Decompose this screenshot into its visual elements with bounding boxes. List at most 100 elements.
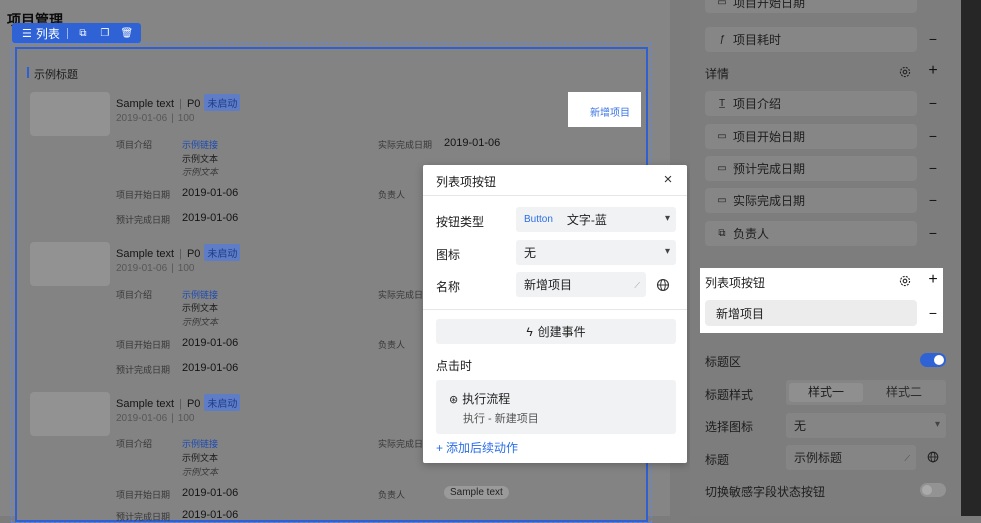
resize-handle-icon: ⟋ (634, 281, 640, 290)
title-input-value: 示例标题 (794, 451, 843, 465)
icon-select[interactable]: 无 ▾ (786, 413, 946, 438)
sample-text: 示例文本 (182, 303, 219, 313)
remove-icon[interactable]: − (927, 31, 939, 47)
status-badge: 未启动 (204, 244, 241, 261)
remove-icon[interactable]: − (927, 225, 939, 241)
lightning-icon: ϟ (526, 324, 533, 339)
item-title: Sample text | P0 未启动 (116, 394, 241, 411)
remove-icon[interactable]: − (927, 160, 939, 176)
item-thumbnail (30, 92, 110, 136)
add-follow-action-button[interactable]: + 添加后续动作 (436, 439, 518, 456)
item-meta: 2019-01-06 | 100 (116, 113, 195, 124)
calendar-icon: ▭ (717, 163, 727, 174)
chevron-down-icon: ▾ (664, 213, 670, 224)
field-label: 预计完成日期 (116, 215, 171, 225)
name-value: 新增项目 (524, 278, 573, 292)
field-label: 实际完成日期 (378, 140, 433, 150)
duplicate-icon[interactable]: ❐ (97, 28, 113, 39)
detail-field-item[interactable]: T̲ 项目介绍 (705, 91, 917, 116)
sample-text: 示例文本 (182, 154, 219, 164)
button-type-value: 文字-蓝 (566, 213, 607, 227)
field-label: 预计完成日期 (116, 365, 171, 375)
add-icon[interactable]: + (927, 271, 939, 289)
status-badge: 未启动 (204, 94, 241, 111)
icon-label: 图标 (436, 248, 461, 262)
sample-link[interactable]: 示例链接 (182, 138, 218, 151)
globe-icon[interactable] (655, 277, 671, 293)
toolbar-list-label[interactable]: 列表 (36, 25, 60, 42)
sample-italic: 示例文本 (182, 167, 219, 177)
item-meta: 2019-01-06 | 100 (116, 263, 195, 274)
item-title: Sample text | P0 未启动 (116, 244, 241, 261)
gear-icon[interactable] (898, 65, 912, 79)
button-type-select[interactable]: Button 文字-蓝 ▾ (516, 207, 676, 232)
calendar-icon: ▭ (717, 0, 727, 8)
item-thumbnail (30, 392, 110, 436)
detail-field-item[interactable]: ▭ 实际完成日期 (705, 188, 917, 213)
name-label: 名称 (436, 280, 461, 294)
remove-icon[interactable]: − (927, 192, 939, 208)
detail-field-item[interactable]: ▭ 预计完成日期 (705, 156, 917, 181)
field-value: 2019-01-06 (182, 487, 239, 499)
style-two-option[interactable]: 样式二 (866, 383, 942, 402)
item-title: Sample text | P0 未启动 (116, 94, 241, 111)
item-thumbnail (30, 242, 110, 286)
dialog-title: 列表项按钮 (436, 175, 497, 189)
add-icon[interactable]: + (927, 62, 939, 80)
select-icon-label: 选择图标 (705, 420, 754, 434)
field-label: 项目开始日期 (116, 190, 171, 200)
field-item[interactable]: ƒ 项目耗时 (705, 27, 917, 52)
detail-field-item[interactable]: ⧉ 负责人 (705, 221, 917, 246)
plus-icon: + (436, 441, 444, 455)
remove-icon[interactable]: − (927, 128, 939, 144)
button-type-label: 按钮类型 (436, 215, 485, 229)
copy-icon[interactable]: ⧉ (75, 28, 91, 39)
sensitive-field-toggle[interactable] (920, 483, 946, 497)
gear-icon[interactable] (898, 274, 912, 288)
chevron-down-icon: ▾ (664, 246, 670, 257)
name-input[interactable]: 新增项目 ⟋ (516, 272, 646, 297)
field-label: 项目介绍 (116, 290, 153, 300)
trash-icon[interactable]: 🗑 (119, 28, 135, 39)
remove-icon[interactable]: − (927, 305, 939, 321)
style-one-option[interactable]: 样式一 (789, 383, 863, 402)
component-toolbar[interactable]: ☰ 列表 ⧉ ❐ 🗑 (12, 23, 141, 43)
icon-value: 无 (524, 246, 537, 260)
sample-italic: 示例文本 (182, 467, 219, 477)
icon-select-value: 无 (794, 419, 807, 433)
globe-icon[interactable] (926, 450, 940, 464)
field-item[interactable]: ▭ 项目开始日期 (705, 0, 917, 13)
create-event-button[interactable]: ϟ 创建事件 (436, 319, 676, 344)
toggle-knob (922, 485, 932, 495)
sample-italic: 示例文本 (182, 317, 219, 327)
field-label: 负责人 (378, 490, 406, 500)
sample-link[interactable]: 示例链接 (182, 437, 218, 450)
owner-chip: Sample text (444, 486, 509, 499)
field-value: 2019-01-06 (444, 137, 501, 149)
title-input[interactable]: 示例标题 ⟋ (786, 445, 916, 470)
remove-icon[interactable]: − (927, 95, 939, 111)
field-label: 项目介绍 (116, 140, 153, 150)
list-icon: ☰ (22, 27, 32, 40)
field-value: 2019-01-06 (182, 337, 239, 349)
action-title: ⊛ 执行流程 (449, 392, 511, 406)
field-label: 预计完成日期 (116, 512, 171, 522)
field-label: 项目介绍 (116, 439, 153, 449)
field-value: 2019-01-06 (182, 187, 239, 199)
list-button-item[interactable]: 新增项目 (705, 300, 917, 326)
field-label: 负责人 (378, 190, 406, 200)
icon-select[interactable]: 无 ▾ (516, 240, 676, 265)
detail-field-item[interactable]: ▭ 项目开始日期 (705, 124, 917, 149)
settings-panel (690, 0, 961, 516)
button-type-tag: Button (524, 214, 553, 225)
title-style-label: 标题样式 (705, 388, 754, 402)
title-area-toggle[interactable] (920, 353, 946, 367)
details-section-label: 详情 (705, 67, 730, 81)
title-label: 标题 (705, 453, 730, 467)
sample-link[interactable]: 示例链接 (182, 288, 218, 301)
close-icon[interactable]: × (659, 171, 677, 189)
on-click-label: 点击时 (436, 359, 473, 373)
field-label: 实际完成日 (378, 439, 424, 449)
resize-handle-icon: ⟋ (904, 454, 910, 463)
add-project-button[interactable]: 新增项目 (590, 104, 630, 119)
